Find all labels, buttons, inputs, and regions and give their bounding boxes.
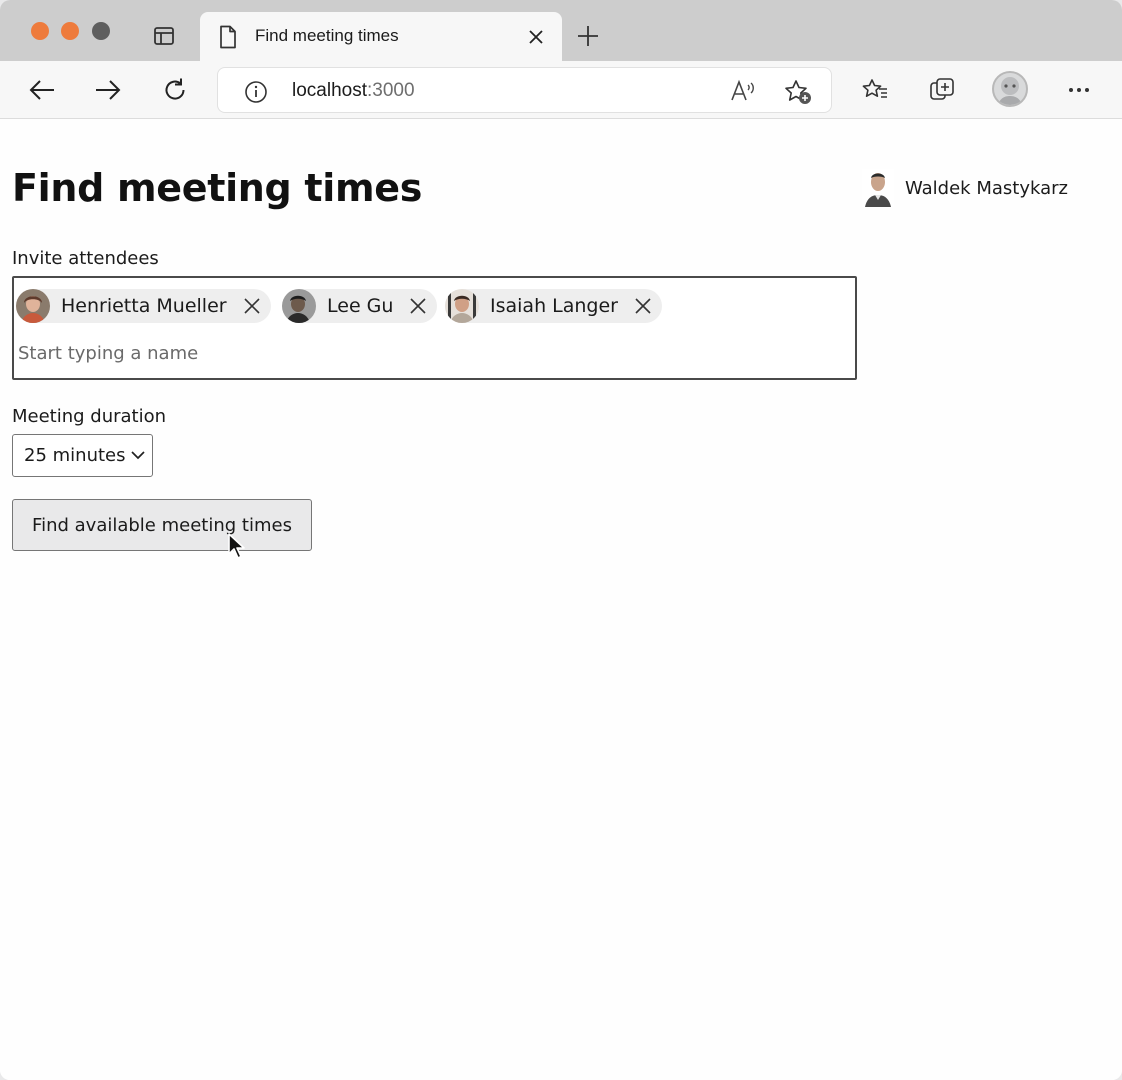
tab-strip: Find meeting times <box>0 0 1122 61</box>
url-text[interactable]: localhost:3000 <box>292 80 415 102</box>
url-port: :3000 <box>367 80 415 101</box>
duration-selected-value: 25 minutes <box>24 445 126 466</box>
avatar <box>16 289 50 323</box>
avatar <box>445 289 479 323</box>
attendee-chip: Lee Gu <box>282 289 438 323</box>
page-icon <box>218 25 238 53</box>
page-content: Find meeting times Waldek Mastykarz Invi… <box>0 120 1122 1080</box>
attendee-chip: Isaiah Langer <box>445 289 662 323</box>
signed-in-user[interactable]: Waldek Mastykarz <box>862 168 1068 208</box>
attendee-name: Lee Gu <box>327 295 394 317</box>
more-options-icon[interactable] <box>1062 73 1096 107</box>
tab-actions-icon[interactable] <box>150 22 178 50</box>
new-tab-icon[interactable] <box>574 22 602 50</box>
address-bar[interactable]: localhost:3000 <box>217 67 832 113</box>
window-zoom-button[interactable] <box>92 22 110 40</box>
browser-window: Find meeting times localhost:3000 Find m… <box>0 0 1122 1080</box>
remove-attendee-icon[interactable] <box>241 295 263 317</box>
url-host: localhost <box>292 80 367 101</box>
profile-avatar[interactable] <box>992 71 1028 107</box>
attendee-chip: Henrietta Mueller <box>16 289 271 323</box>
invite-attendees-label: Invite attendees <box>12 248 159 269</box>
close-tab-icon[interactable] <box>526 27 546 47</box>
favorites-icon[interactable] <box>858 73 892 107</box>
chevron-down-icon <box>130 447 146 467</box>
duration-select[interactable]: 25 minutes <box>12 434 153 477</box>
people-picker[interactable]: Henrietta Mueller Lee Gu Isaiah Langer S… <box>12 276 857 380</box>
remove-attendee-icon[interactable] <box>407 295 429 317</box>
meeting-duration-label: Meeting duration <box>12 406 167 427</box>
remove-attendee-icon[interactable] <box>632 295 654 317</box>
read-aloud-icon[interactable] <box>730 79 756 107</box>
mouse-cursor-icon <box>227 532 247 564</box>
find-meeting-times-button[interactable]: Find available meeting times <box>12 499 312 551</box>
page-title: Find meeting times <box>12 166 423 210</box>
site-info-icon[interactable] <box>244 80 268 108</box>
refresh-icon[interactable] <box>158 73 192 107</box>
back-icon[interactable] <box>25 73 59 107</box>
user-avatar <box>862 169 894 207</box>
collections-icon[interactable] <box>925 73 959 107</box>
active-tab[interactable]: Find meeting times <box>200 12 562 61</box>
tab-title: Find meeting times <box>255 26 399 45</box>
browser-toolbar: localhost:3000 <box>0 61 1122 119</box>
window-minimize-button[interactable] <box>61 22 79 40</box>
window-close-button[interactable] <box>31 22 49 40</box>
attendee-name: Henrietta Mueller <box>61 295 227 317</box>
attendee-search-input[interactable] <box>18 338 618 368</box>
avatar <box>282 289 316 323</box>
add-favorite-icon[interactable] <box>784 79 812 109</box>
user-name: Waldek Mastykarz <box>905 177 1068 199</box>
attendee-name: Isaiah Langer <box>490 295 618 317</box>
forward-icon[interactable] <box>91 73 125 107</box>
